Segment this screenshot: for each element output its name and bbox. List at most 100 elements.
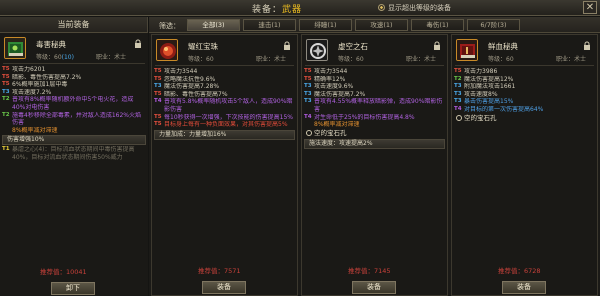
recommend-score: 推荐值：7145 [348, 265, 391, 275]
lock-icon[interactable] [583, 41, 591, 50]
set-bonus: T1 暴虐之心(4)：目标流血状态期间中毒伤害提高40%，目标对流血状态期间伤害5… [2, 146, 146, 161]
filter-tab-tier[interactable]: 6/7阶(3) [467, 19, 520, 31]
attribute-tier: T3 [304, 98, 312, 105]
attribute-text: 暗影、毒性伤害提高7% [164, 90, 228, 98]
socket-icon [306, 129, 312, 136]
item-level: 等级：60 [488, 56, 514, 63]
recommend-score: 推荐值：10041 [40, 266, 87, 276]
attribute-text: 攻击力3544 [314, 68, 348, 75]
unequip-button[interactable]: 卸下 [51, 282, 95, 295]
recommend-score: 推荐值：7571 [198, 265, 241, 275]
lock-icon[interactable] [134, 39, 142, 48]
attribute-text: 攻击力3986 [464, 68, 498, 75]
filter-tab-haste[interactable]: 速击(1) [243, 19, 296, 31]
item-attribute: T5 攻击力3544 [304, 68, 445, 76]
filter-tab-poison[interactable]: 毒伤(1) [411, 19, 464, 31]
item-attribute: T5 攻击力3986 [454, 68, 595, 76]
attribute-tier: T5 [2, 81, 10, 88]
attribute-text: 附加魔法攻击1661 [464, 83, 516, 91]
lock-icon[interactable] [433, 41, 441, 50]
attribute-tier: T2 [2, 96, 10, 103]
item-level: 等级：60(10) [36, 52, 74, 61]
equipment-card-3[interactable]: 鲜血秘典 等级：60 职业：术士 T5 攻击力3986 T2 魔法伤害提高12% T3 附… [451, 34, 598, 296]
close-button[interactable]: ✕ [583, 1, 597, 14]
item-attribute: T5 暗影、毒性伤害提高7% [154, 91, 295, 99]
item-job: 职业：术士 [556, 56, 587, 63]
score-label: 推荐值： [498, 267, 524, 275]
equip-button[interactable]: 装备 [502, 281, 546, 294]
filter-tab-all[interactable]: 全部(3) [187, 19, 240, 31]
item-icon-red-orb [156, 39, 178, 61]
attribute-text: 精确率12% [314, 75, 346, 83]
attribute-tier: T5 [154, 68, 162, 74]
item-attribute: 8%概率减对滞速 [2, 127, 146, 135]
attribute-tier: T3 [2, 88, 10, 95]
item-level: 等级：60 [188, 56, 214, 63]
item-attribute: T3 暴击伤害提高15% [454, 98, 595, 106]
filter-tab-attack-speed[interactable]: 攻速(1) [355, 19, 408, 31]
attribute-text: 攻击速度7.2% [12, 88, 52, 96]
attribute-tier: T5 [154, 90, 162, 97]
item-attribute: T3 攻击速度9.6% [304, 83, 445, 91]
attribute-text: 暴虐之心(4)：目标流血状态期间中毒伤害提高40%，目标对流血状态期间伤害50%… [12, 146, 135, 161]
window-title: 装备：武器 [252, 2, 302, 15]
candidate-equipment-panel: 筛选： 全部(3) 速击(1) 绯瞳(1) 攻速(1) 毒伤(1) 6/7阶(3… [149, 17, 600, 296]
item-name: 耀红宝珠 [188, 42, 218, 51]
divider [3, 63, 145, 64]
item-attribute: T3 魔法伤害提高7.2% [304, 91, 445, 99]
attribute-tier: T3 [154, 83, 162, 90]
item-attributes: T5 攻击力3544 T5 忽略魔法抗性9.6% T3 魔法伤害提高7.28% T5 暗影、毒… [154, 68, 295, 141]
attribute-tier: T5 [154, 75, 162, 82]
score-label: 推荐值： [348, 267, 374, 275]
attribute-tier: T5 [304, 75, 312, 82]
radio-icon[interactable] [378, 4, 385, 11]
attribute-text: 魔法伤害提高7.2% [314, 90, 366, 98]
item-attribute: T5 忽略魔法抗性9.6% [154, 76, 295, 84]
attribute-tier: T3 [304, 83, 312, 90]
item-icon-blood-tome [456, 39, 478, 61]
window-titlebar: 装备：武器 显示超出等级的装备 ✕ [0, 0, 600, 16]
item-icon-void-stone [306, 39, 328, 61]
item-attribute: T3 攻击速度7.2% [2, 89, 146, 97]
current-equipment-card[interactable]: 毒害秘典 等级：60(10) 职业：术士 T5 攻击力6201 T5 暗影、毒性伤害提… [0, 33, 148, 296]
equip-button[interactable]: 装备 [202, 281, 246, 294]
item-attribute: T4 对生命低于25%的目标伤害提高4.8% [304, 114, 445, 122]
attribute-tier: T2 [454, 75, 462, 82]
attribute-tier: T5 [154, 113, 162, 120]
item-icon-book-green [4, 37, 26, 59]
attribute-tier: T3 [454, 98, 462, 105]
divider [155, 65, 294, 66]
filter-tab-crimson[interactable]: 绯瞳(1) [299, 19, 352, 31]
equip-button[interactable]: 装备 [352, 281, 396, 294]
item-job: 职业：术士 [256, 56, 287, 63]
item-job: 职业：术士 [96, 54, 127, 61]
equipment-card-1[interactable]: 耀红宝珠 等级：60 职业：术士 T5 攻击力3544 T5 忽略魔法抗性9.6% T3… [151, 34, 298, 296]
attribute-tier: T5 [454, 68, 462, 74]
attribute-text: 每10秒获得一次增强，下次技能的伤害提高15% [164, 113, 293, 121]
socket-icon [456, 114, 462, 121]
window-title-prefix: 装备： [252, 5, 283, 15]
item-attribute: T2 施毒4秒移除全部毒素，并对敌人造成162%火焰伤害 [2, 112, 146, 127]
attribute-tier: T4 [454, 105, 462, 112]
gem-socket[interactable]: 空的宝石孔 [454, 114, 595, 123]
socket-label: 空的宝石孔 [464, 113, 497, 122]
attribute-tier: T5 [304, 68, 312, 74]
item-attribute: T5 目标身上每有一种负面效果，对其伤害提高5% [154, 121, 295, 129]
equipment-card-2[interactable]: 虚空之石 等级：60 职业：术士 T5 攻击力3544 T5 精确率12% T3 攻击速度… [301, 34, 448, 296]
item-level-value: 等级：60 [36, 54, 62, 61]
item-name: 鲜血秘典 [488, 42, 518, 51]
gem-socket[interactable]: 空的宝石孔 [304, 129, 445, 138]
lock-icon[interactable] [283, 41, 291, 50]
score-label: 推荐值： [40, 268, 66, 276]
attribute-text: 普攻有8%概率随机额外命中5个电火花，造成40%对电伤害 [12, 96, 134, 111]
attribute-text: 8%概率减对滞速 [314, 121, 360, 129]
window-title-category: 武器 [282, 5, 303, 15]
attribute-tier: T1 [2, 146, 10, 153]
attribute-text: 目标身上每有一种负面效果，对其伤害提高5% [164, 121, 288, 129]
attribute-text: 对目标的第一次伤害提高64% [464, 105, 544, 113]
attribute-tier: T2 [2, 111, 10, 118]
item-attribute: T5 6%概率施加1层中毒 [2, 81, 146, 89]
show-over-level-label: 显示超出等级的装备 [388, 4, 451, 12]
item-attribute: 8%概率减对滞速 [304, 121, 445, 129]
show-over-level-toggle[interactable]: 显示超出等级的装备 [378, 3, 451, 13]
